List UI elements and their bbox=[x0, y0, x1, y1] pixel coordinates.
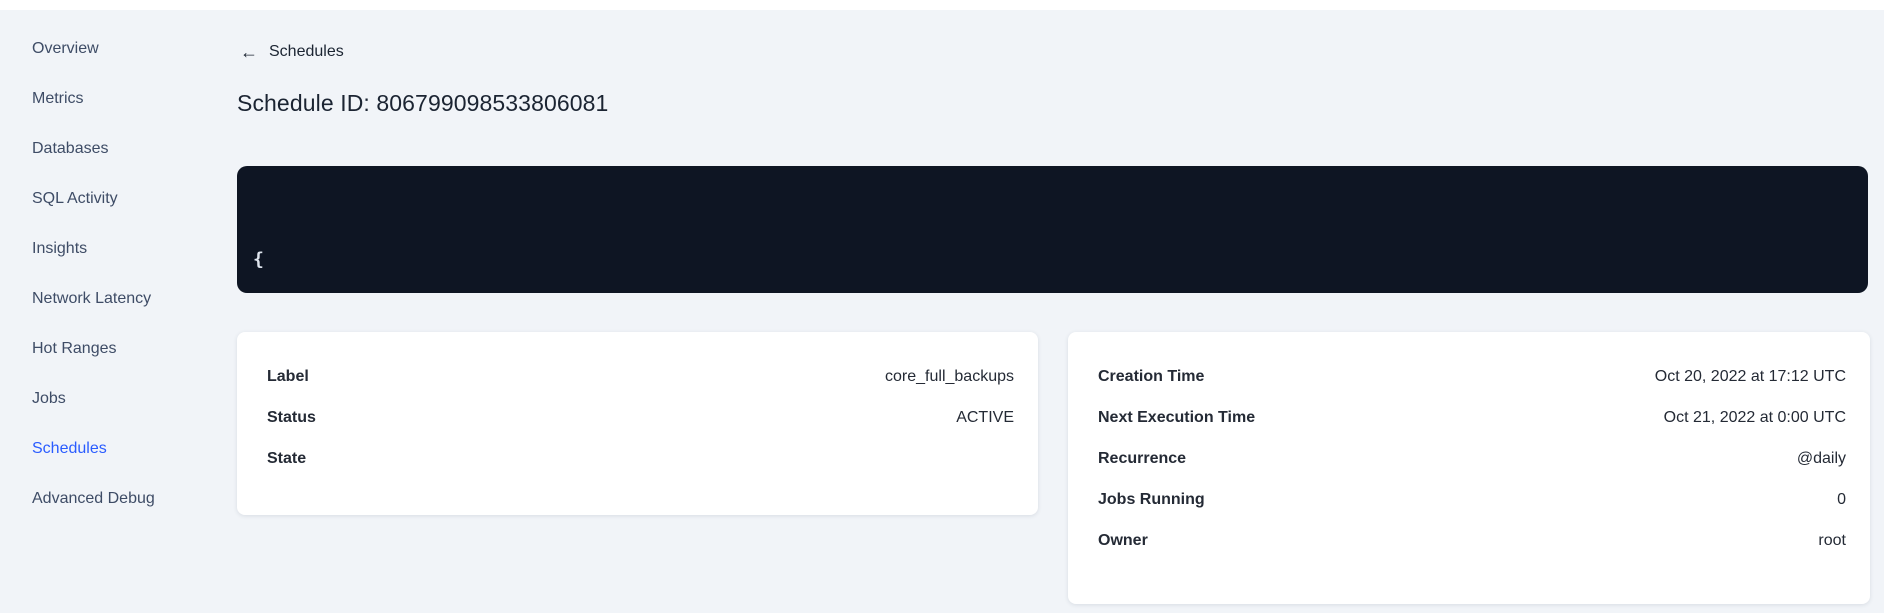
sidebar-item-jobs[interactable]: Jobs bbox=[32, 374, 236, 424]
sidebar: Overview Metrics Databases SQL Activity … bbox=[0, 10, 236, 613]
detail-value: Oct 20, 2022 at 17:12 UTC bbox=[1654, 367, 1846, 385]
back-arrow-icon: ← bbox=[240, 42, 258, 62]
detail-row-creation-time: Creation Time Oct 20, 2022 at 17:12 UTC bbox=[1098, 356, 1846, 397]
detail-label: Status bbox=[267, 408, 316, 426]
detail-value: 0 bbox=[1837, 490, 1846, 508]
back-link-schedules[interactable]: ← Schedules bbox=[240, 43, 344, 61]
sidebar-item-advanced-debug[interactable]: Advanced Debug bbox=[32, 474, 236, 524]
schedule-summary-card: Label core_full_backups Status ACTIVE St… bbox=[237, 332, 1038, 515]
sidebar-item-overview[interactable]: Overview bbox=[32, 24, 236, 74]
back-link-label: Schedules bbox=[269, 43, 344, 60]
sidebar-item-insights[interactable]: Insights bbox=[32, 224, 236, 274]
detail-label: Owner bbox=[1098, 531, 1148, 549]
detail-value: Oct 21, 2022 at 0:00 UTC bbox=[1663, 408, 1846, 426]
detail-label: Label bbox=[267, 367, 309, 385]
detail-value: @daily bbox=[1796, 449, 1846, 467]
detail-row-status: Status ACTIVE bbox=[267, 397, 1014, 438]
detail-label: Recurrence bbox=[1098, 449, 1187, 467]
page-title: Schedule ID: 806799098533806081 bbox=[237, 90, 609, 116]
schedule-execution-card: Creation Time Oct 20, 2022 at 17:12 UTC … bbox=[1068, 332, 1870, 604]
detail-value: ACTIVE bbox=[956, 408, 1014, 426]
detail-row-next-execution-time: Next Execution Time Oct 21, 2022 at 0:00… bbox=[1098, 397, 1846, 438]
detail-label: State bbox=[267, 449, 307, 467]
sidebar-nav-list: Overview Metrics Databases SQL Activity … bbox=[0, 10, 236, 524]
detail-row-state: State bbox=[267, 438, 1014, 479]
detail-value: core_full_backups bbox=[885, 367, 1014, 385]
schedule-statement-code-block: { "backup_statement": "BACKUP INTO 's3:/… bbox=[237, 166, 1868, 293]
detail-label: Creation Time bbox=[1098, 367, 1205, 385]
detail-row-owner: Owner root bbox=[1098, 520, 1846, 561]
detail-row-jobs-running: Jobs Running 0 bbox=[1098, 479, 1846, 520]
top-strip bbox=[0, 0, 1884, 10]
code-line: { bbox=[253, 249, 264, 270]
sidebar-item-sql-activity[interactable]: SQL Activity bbox=[32, 174, 236, 224]
detail-value: root bbox=[1818, 531, 1846, 549]
sidebar-item-metrics[interactable]: Metrics bbox=[32, 74, 236, 124]
detail-row-label: Label core_full_backups bbox=[267, 356, 1014, 397]
sidebar-item-network-latency[interactable]: Network Latency bbox=[32, 274, 236, 324]
detail-row-recurrence: Recurrence @daily bbox=[1098, 438, 1846, 479]
sidebar-item-databases[interactable]: Databases bbox=[32, 124, 236, 174]
sidebar-item-schedules[interactable]: Schedules bbox=[32, 424, 236, 474]
detail-label: Next Execution Time bbox=[1098, 408, 1256, 426]
sidebar-item-hot-ranges[interactable]: Hot Ranges bbox=[32, 324, 236, 374]
detail-label: Jobs Running bbox=[1098, 490, 1205, 508]
